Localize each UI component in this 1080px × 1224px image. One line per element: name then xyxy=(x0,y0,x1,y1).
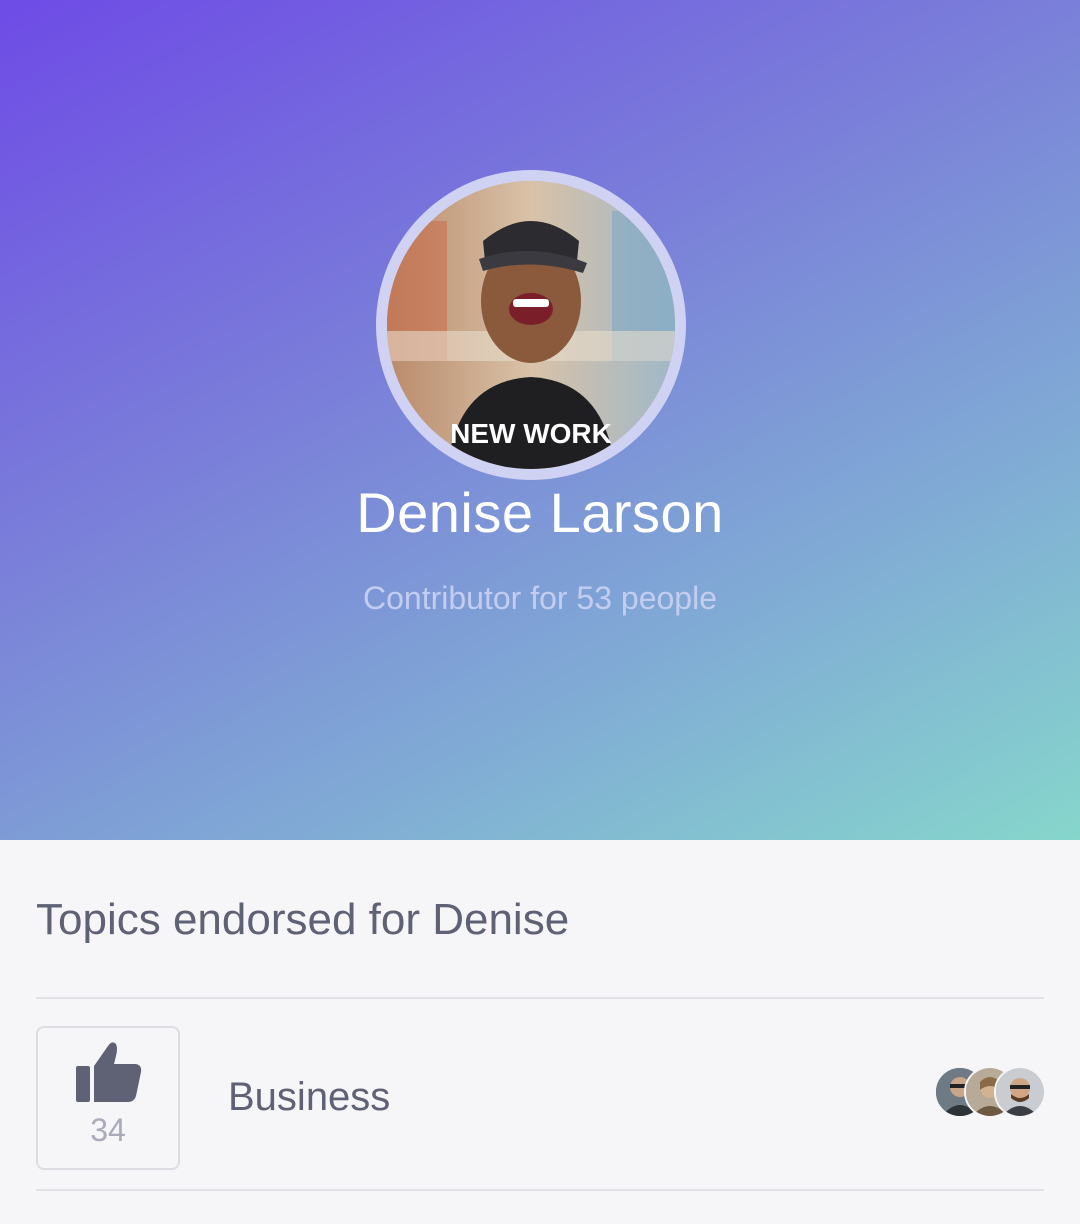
endorser-avatar xyxy=(994,1066,1046,1118)
avatar[interactable]: NEW WORK xyxy=(387,181,675,469)
profile-subtitle: Contributor for 53 people xyxy=(363,580,717,616)
profile-header: NEW WORK Denise Larson Contributor for 5… xyxy=(0,0,1080,840)
endorser-avatars[interactable] xyxy=(934,1066,1046,1118)
topic-label: Business xyxy=(228,1075,391,1119)
endorse-count: 34 xyxy=(90,1112,126,1148)
thumbs-up-icon xyxy=(76,1042,142,1102)
avatar-photo: NEW WORK xyxy=(387,181,675,469)
profile-name: Denise Larson xyxy=(356,481,724,544)
section-title: Topics endorsed for Denise xyxy=(36,895,570,944)
profile-screen: NEW WORK Denise Larson Contributor for 5… xyxy=(0,0,1080,1224)
divider xyxy=(36,997,1044,999)
endorse-button[interactable]: 34 xyxy=(36,1026,180,1170)
divider xyxy=(36,1189,1044,1191)
shirt-text: NEW WORK xyxy=(450,418,612,449)
avatar-ring: NEW WORK xyxy=(376,170,686,480)
